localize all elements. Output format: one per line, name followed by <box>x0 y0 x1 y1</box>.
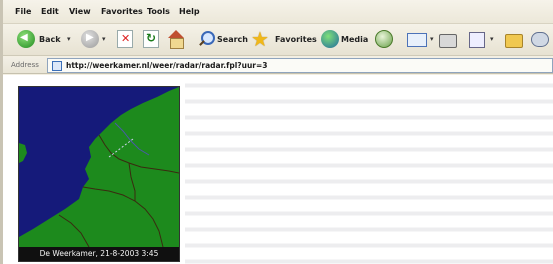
refresh-icon[interactable] <box>143 30 159 48</box>
edit-icon[interactable] <box>469 32 485 48</box>
address-url[interactable]: http://weerkamer.nl/weer/radar/radar.fpl… <box>66 61 268 70</box>
stop-icon[interactable] <box>117 30 133 48</box>
forward-arrow-icon[interactable] <box>81 30 99 48</box>
back-arrow-icon[interactable] <box>17 30 35 48</box>
radar-caption: De Weerkamer, 21-8-2003 3:45 <box>19 247 179 261</box>
search-button-label[interactable]: Search <box>217 35 248 44</box>
menu-help[interactable]: Help <box>179 7 200 17</box>
mail-icon[interactable] <box>407 33 427 47</box>
print-icon[interactable] <box>439 34 457 48</box>
menu-file[interactable]: File <box>15 7 31 17</box>
background-texture <box>185 75 553 264</box>
favorites-button-label[interactable]: Favorites <box>275 35 317 44</box>
favorites-star-icon[interactable]: ★ <box>251 29 269 49</box>
folder-icon[interactable] <box>505 34 523 48</box>
address-bar: Address http://weerkamer.nl/weer/radar/r… <box>3 57 553 74</box>
menu-tools[interactable]: Tools <box>147 7 170 17</box>
radar-image: De Weerkamer, 21-8-2003 3:45 <box>18 86 180 262</box>
radar-map <box>19 87 179 247</box>
toolbar: Back ▾ ▾ Search ★ Favorites Media ▾ ▾ <box>3 24 553 56</box>
edit-dropdown-icon[interactable]: ▾ <box>490 35 494 43</box>
address-label: Address <box>11 61 39 69</box>
media-button-label[interactable]: Media <box>341 35 368 44</box>
back-button-label[interactable]: Back <box>39 35 61 44</box>
history-icon[interactable] <box>375 30 393 48</box>
menu-edit[interactable]: Edit <box>41 7 59 17</box>
media-icon[interactable] <box>321 30 339 48</box>
browser-window: File Edit View Favorites Tools Help Back… <box>0 0 553 264</box>
back-dropdown-icon[interactable]: ▾ <box>67 35 71 43</box>
forward-dropdown-icon[interactable]: ▾ <box>102 35 106 43</box>
address-input[interactable]: http://weerkamer.nl/weer/radar/radar.fpl… <box>47 58 553 73</box>
home-icon[interactable] <box>167 30 185 49</box>
messenger-icon[interactable] <box>531 32 549 47</box>
page-icon <box>52 61 62 71</box>
menu-view[interactable]: View <box>69 7 91 17</box>
page-content: De Weerkamer, 21-8-2003 3:45 <box>3 75 553 264</box>
menu-favorites[interactable]: Favorites <box>101 7 143 17</box>
menu-bar: File Edit View Favorites Tools Help <box>3 0 553 24</box>
search-icon[interactable] <box>197 30 215 48</box>
mail-dropdown-icon[interactable]: ▾ <box>430 35 434 43</box>
